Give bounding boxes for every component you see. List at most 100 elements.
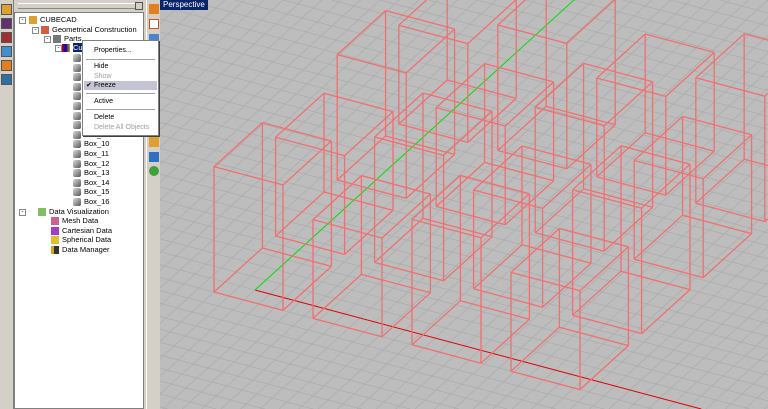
box-edge <box>312 218 383 239</box>
scene[interactable] <box>160 0 768 409</box>
grid-line <box>160 341 411 409</box>
tree-item-box[interactable]: Box_16 <box>73 197 109 207</box>
collapse-toggle[interactable]: - <box>44 36 51 43</box>
cubecad-icon[interactable] <box>1 4 12 15</box>
box-wireframe[interactable] <box>398 0 517 144</box>
tree-item-mesh-data[interactable]: Mesh Data <box>51 216 98 226</box>
label: Box_11 <box>84 149 109 158</box>
grid-line <box>160 0 323 148</box>
tree-item-box[interactable]: Box_15 <box>73 187 109 197</box>
box-wireframe[interactable] <box>373 92 493 282</box>
box-edge <box>323 92 394 113</box>
tree-item-box[interactable]: Box_12 <box>73 159 109 169</box>
display-icon[interactable] <box>149 152 159 162</box>
folder-icon[interactable] <box>149 137 159 147</box>
label: Spherical Data <box>62 235 112 244</box>
grid-line <box>160 135 768 298</box>
box-edge <box>262 247 332 268</box>
tree-item-box[interactable]: Box_13 <box>73 168 109 178</box>
box-edge <box>436 106 506 127</box>
collapse-toggle[interactable]: - <box>32 27 39 34</box>
label: Box_16 <box>84 197 110 206</box>
chart-icon[interactable] <box>1 60 12 71</box>
box-edge <box>473 145 523 191</box>
grid-line <box>331 0 768 117</box>
grid-line <box>160 0 478 289</box>
3d-viewport[interactable]: Perspective <box>160 0 768 409</box>
tree-item-root[interactable]: CUBECAD <box>29 15 77 25</box>
grid-line <box>162 0 614 409</box>
box-edge <box>510 271 581 292</box>
surface-icon[interactable] <box>1 32 12 43</box>
grid-line <box>160 109 768 272</box>
box-edge <box>337 53 407 74</box>
grid-line <box>160 367 314 409</box>
box-edge <box>744 33 768 41</box>
label: Data Visualization <box>49 207 109 216</box>
box-wireframe[interactable] <box>571 145 691 335</box>
menu-item-active[interactable]: Active <box>84 97 157 106</box>
grid-line <box>160 0 264 95</box>
box-edge <box>361 174 431 195</box>
menu-separator <box>86 93 155 94</box>
node-icon[interactable] <box>149 19 159 29</box>
grid-line <box>160 83 768 247</box>
tree-item-box[interactable]: Box_14 <box>73 178 109 188</box>
menu-item-properties[interactable]: Properties... <box>84 46 157 55</box>
box-icon <box>73 121 81 130</box>
grid-line <box>160 0 303 130</box>
grid-line <box>160 44 768 208</box>
collapse-toggle[interactable]: - <box>55 45 62 52</box>
tree-item-spherical-data[interactable]: Spherical Data <box>51 235 111 245</box>
grid-line <box>160 0 342 165</box>
box-edge <box>447 79 517 100</box>
check-icon: ✔ <box>86 82 92 89</box>
box-icon <box>73 169 81 178</box>
collapse-toggle[interactable]: - <box>19 17 26 24</box>
box-icon <box>73 140 81 149</box>
box-edge <box>213 165 284 186</box>
grid-line <box>201 0 652 409</box>
label: Box_13 <box>84 168 110 178</box>
pin-icon[interactable] <box>1 74 12 85</box>
tree-item-box[interactable]: Box_11 <box>73 149 109 159</box>
grid-line <box>160 0 284 113</box>
grid-line <box>667 317 768 409</box>
menu-item-hide[interactable]: Hide <box>84 62 157 71</box>
box-edge <box>398 24 468 45</box>
tree-item-cartesian-data[interactable]: Cartesian Data <box>51 226 112 236</box>
mesh-icon[interactable] <box>1 46 12 57</box>
box-icon <box>73 63 81 72</box>
box-wireframe[interactable] <box>534 62 654 252</box>
label: Mesh Data <box>62 216 99 225</box>
collapse-toggle[interactable]: - <box>19 209 26 216</box>
grid-line <box>531 193 768 409</box>
grid-line <box>160 0 400 218</box>
box-edge <box>583 188 653 208</box>
data-manager-icon <box>51 245 59 254</box>
menu-item-freeze[interactable]: ✔ Freeze <box>84 81 157 90</box>
tree-item-data-manager[interactable]: Data Manager <box>51 245 110 255</box>
box-icon <box>73 188 81 197</box>
box-edge <box>645 132 715 152</box>
box-edge <box>398 123 468 144</box>
box-icon <box>73 92 81 101</box>
grid-line <box>160 0 420 236</box>
label: Box_12 <box>84 158 110 168</box>
menu-item-delete[interactable]: Delete <box>84 113 157 122</box>
star-icon[interactable] <box>149 166 159 176</box>
ruler-icon[interactable] <box>149 4 159 14</box>
grid-line <box>647 299 768 409</box>
label: CUBECAD <box>40 15 77 24</box>
box-edge <box>262 121 332 142</box>
grid-line <box>160 70 768 234</box>
grid-line <box>160 380 265 409</box>
label: Data Manager <box>62 244 110 254</box>
box-edge <box>535 232 605 252</box>
menu-item-delete-all: Delete All Objects <box>94 123 150 131</box>
panel-close-button[interactable] <box>135 2 143 10</box>
box-icon <box>73 159 81 168</box>
tree-item-box[interactable]: Box_10 <box>73 139 109 149</box>
waves-icon[interactable] <box>1 18 12 29</box>
panel-grip[interactable] <box>18 3 142 9</box>
